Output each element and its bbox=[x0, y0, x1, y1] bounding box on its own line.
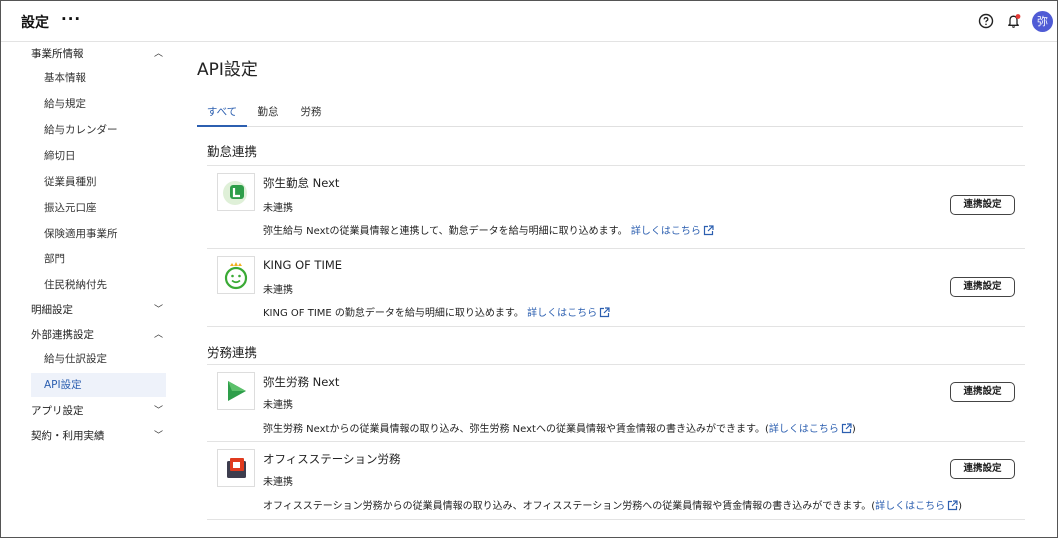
page-title: API設定 bbox=[197, 60, 258, 80]
yayoi-roumu-logo bbox=[217, 372, 255, 410]
sidebar-group-external-link[interactable]: 外部連携設定 ︿ bbox=[31, 323, 166, 347]
description-text: オフィスステーション労務からの従業員情報の取り込み、オフィスステーション労務への… bbox=[263, 501, 876, 512]
details-link[interactable]: 詳しくはこちら bbox=[527, 307, 610, 319]
integration-name: KING OF TIME bbox=[263, 258, 343, 272]
details-link-label: 詳しくはこちら bbox=[527, 308, 598, 319]
integration-status: 未連携 bbox=[263, 203, 293, 214]
sidebar-item-journal-settings[interactable]: 給与仕訳設定 bbox=[31, 347, 166, 371]
external-link-icon bbox=[599, 307, 610, 318]
details-link-label: 詳しくはこちら bbox=[630, 226, 701, 237]
king-of-time-logo bbox=[217, 256, 255, 294]
details-link-label: 詳しくはこちら bbox=[768, 424, 839, 435]
sidebar-group-label: 明細設定 bbox=[31, 304, 73, 316]
integration-description: オフィスステーション労務からの従業員情報の取り込み、オフィスステーション労務への… bbox=[263, 497, 962, 512]
sidebar-item-employee-types[interactable]: 従業員種別 bbox=[31, 170, 166, 194]
integration-name: オフィスステーション労務 bbox=[263, 452, 401, 466]
sidebar-item-closing-day[interactable]: 締切日 bbox=[31, 144, 166, 168]
section-title-attendance: 勤怠連携 bbox=[207, 144, 258, 159]
sidebar-item-resident-tax[interactable]: 住民税納付先 bbox=[31, 273, 166, 297]
tab-bar: すべて 勤怠 労務 bbox=[197, 99, 1023, 127]
tab-all[interactable]: すべて bbox=[197, 99, 247, 127]
integration-card-king-of-time: KING OF TIME 未連携 KING OF TIME の勤怠データを給与明… bbox=[207, 248, 1025, 326]
connect-settings-button[interactable]: 連携設定 bbox=[950, 382, 1015, 402]
tab-labor[interactable]: 労務 bbox=[295, 99, 327, 127]
details-link[interactable]: 詳しくはこちら bbox=[875, 500, 958, 512]
yayoi-kintai-logo bbox=[217, 173, 255, 211]
description-text: 弥生給与 Nextの従業員情報と連携して、勤怠データを給与明細に取り込めます。 bbox=[263, 226, 628, 237]
sidebar-group-label: 事業所情報 bbox=[31, 48, 84, 60]
sidebar-group-label: 契約・利用実績 bbox=[31, 430, 105, 442]
external-link-icon bbox=[948, 500, 958, 511]
sidebar-group-app-settings[interactable]: アプリ設定 ﹀ bbox=[31, 399, 166, 423]
connect-settings-button[interactable]: 連携設定 bbox=[950, 195, 1015, 215]
integration-card-yayoi-kintai: 弥生勤怠 Next 未連携 弥生給与 Nextの従業員情報と連携して、勤怠データ… bbox=[207, 165, 1025, 248]
chevron-up-icon: ︿ bbox=[153, 330, 163, 340]
bell-icon[interactable] bbox=[1006, 13, 1022, 29]
sidebar: 事業所情報 ︿ 基本情報 給与規定 給与カレンダー 締切日 従業員種別 振込元口… bbox=[1, 42, 181, 537]
more-menu-button[interactable]: ··· bbox=[61, 10, 81, 28]
divider bbox=[207, 326, 1025, 327]
section-title-labor: 労務連携 bbox=[207, 345, 258, 360]
integration-name: 弥生勤怠 Next bbox=[263, 176, 340, 190]
description-suffix: ) bbox=[958, 501, 963, 512]
notification-dot bbox=[1015, 14, 1021, 19]
sidebar-item-api-settings[interactable]: API設定 bbox=[31, 373, 166, 397]
description-text: KING OF TIME の勤怠データを給与明細に取り込めます。 bbox=[263, 308, 524, 319]
sidebar-item-pay-rules[interactable]: 給与規定 bbox=[31, 92, 166, 116]
sidebar-item-bank-account[interactable]: 振込元口座 bbox=[31, 196, 166, 220]
sidebar-item-pay-calendar[interactable]: 給与カレンダー bbox=[31, 118, 166, 142]
app-window: 設定 ··· 弥 事業所情報 ︿ 基本情報 給与規定 給与カレンダー 締切日 従… bbox=[0, 0, 1058, 538]
tab-attendance[interactable]: 勤怠 bbox=[252, 99, 284, 127]
integration-status: 未連携 bbox=[263, 477, 293, 488]
chevron-down-icon: ﹀ bbox=[153, 305, 163, 315]
integration-description: KING OF TIME の勤怠データを給与明細に取り込めます。 詳しくはこちら bbox=[263, 304, 610, 319]
top-bar: 設定 ··· 弥 bbox=[1, 1, 1057, 42]
sidebar-item-basic-info[interactable]: 基本情報 bbox=[31, 66, 166, 90]
avatar[interactable]: 弥 bbox=[1032, 11, 1053, 32]
description-text: 弥生労務 Nextからの従業員情報の取り込み、弥生労務 Nextへの従業員情報や… bbox=[263, 424, 769, 435]
integration-card-yayoi-roumu: 弥生労務 Next 未連携 弥生労務 Nextからの従業員情報の取り込み、弥生労… bbox=[207, 364, 1025, 441]
sidebar-group-contract[interactable]: 契約・利用実績 ﹀ bbox=[31, 424, 166, 448]
divider bbox=[207, 519, 1025, 520]
sidebar-group-label: アプリ設定 bbox=[31, 405, 84, 417]
external-link-icon bbox=[841, 423, 852, 434]
integration-description: 弥生給与 Nextの従業員情報と連携して、勤怠データを給与明細に取り込めます。 … bbox=[263, 222, 714, 237]
help-circle-icon[interactable] bbox=[978, 13, 994, 29]
office-station-logo bbox=[217, 449, 255, 487]
details-link[interactable]: 詳しくはこちら bbox=[768, 423, 852, 435]
connect-settings-button[interactable]: 連携設定 bbox=[950, 277, 1015, 297]
app-title: 設定 bbox=[21, 15, 49, 31]
description-suffix: ) bbox=[851, 424, 856, 435]
connect-settings-button[interactable]: 連携設定 bbox=[950, 459, 1015, 479]
details-link[interactable]: 詳しくはこちら bbox=[630, 225, 714, 237]
integration-name: 弥生労務 Next bbox=[263, 375, 340, 389]
sidebar-item-insurance-office[interactable]: 保険適用事業所 bbox=[31, 222, 166, 246]
integration-status: 未連携 bbox=[263, 400, 293, 411]
sidebar-group-label: 外部連携設定 bbox=[31, 329, 94, 341]
integration-description: 弥生労務 Nextからの従業員情報の取り込み、弥生労務 Nextへの従業員情報や… bbox=[263, 420, 856, 435]
sidebar-item-department[interactable]: 部門 bbox=[31, 247, 166, 271]
chevron-down-icon: ﹀ bbox=[153, 431, 163, 441]
sidebar-group-office-info[interactable]: 事業所情報 ︿ bbox=[31, 42, 166, 66]
chevron-up-icon: ︿ bbox=[153, 49, 163, 59]
integration-status: 未連携 bbox=[263, 285, 293, 296]
chevron-down-icon: ﹀ bbox=[153, 406, 163, 416]
integration-card-office-station: オフィスステーション労務 未連携 オフィスステーション労務からの従業員情報の取り… bbox=[207, 441, 1025, 519]
details-link-label: 詳しくはこちら bbox=[875, 501, 946, 512]
sidebar-group-detail-settings[interactable]: 明細設定 ﹀ bbox=[31, 298, 166, 322]
external-link-icon bbox=[703, 225, 714, 236]
